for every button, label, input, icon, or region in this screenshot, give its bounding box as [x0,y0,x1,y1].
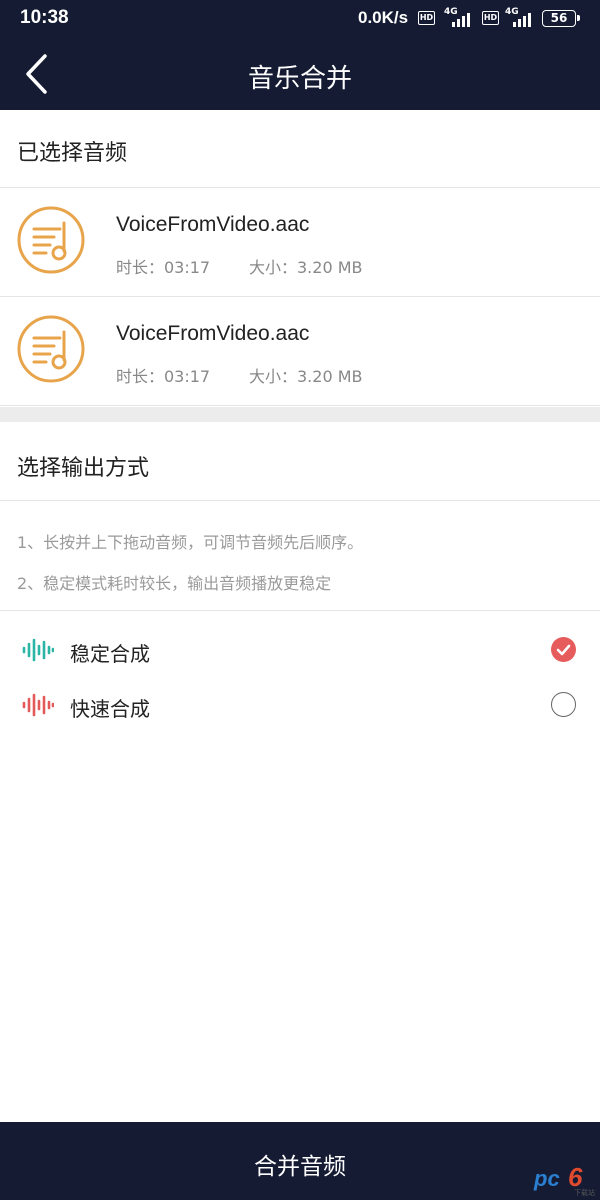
file-duration: 时长：03:17 [116,367,211,386]
file-size: 大小：3.20 MB [249,367,363,386]
divider [0,405,600,406]
audio-file-item[interactable]: VoiceFromVideo.aac 时长：03:17 大小：3.20 MB [0,297,600,405]
audio-file-item[interactable]: VoiceFromVideo.aac 时长：03:17 大小：3.20 MB [0,188,600,296]
hd-icon: HD [418,11,435,25]
selected-audio-header: 已选择音频 [0,110,600,187]
checkmark-icon [556,644,571,656]
option-label: 稳定合成 [70,642,150,666]
section-gap [0,407,600,422]
file-name: VoiceFromVideo.aac [116,322,310,345]
selected-audio-title: 已选择音频 [17,141,128,166]
tip-reorder: 1、长按并上下拖动音频，可调节音频先后顺序。 [17,533,364,552]
radio-checked[interactable] [551,637,576,662]
divider [0,500,600,501]
waveform-icon [22,693,54,717]
waveform-icon [22,638,54,662]
tip-stable-mode: 2、稳定模式耗时较长，输出音频播放更稳定 [17,574,332,593]
signal-icon-1 [450,12,476,27]
music-file-icon [17,315,85,383]
file-size: 大小：3.20 MB [249,258,363,277]
merge-audio-button[interactable]: 合并音频 [0,1122,600,1200]
status-time: 10:38 [20,7,69,28]
merge-audio-label: 合并音频 [254,1154,346,1180]
radio-unchecked[interactable] [551,692,576,717]
signal-icon-2 [511,12,537,27]
music-file-icon [17,206,85,274]
output-mode-title: 选择输出方式 [17,456,150,481]
hd-icon-2: HD [482,11,499,25]
watermark-pc: pc [534,1166,560,1191]
nav-bar: 音乐合并 [0,38,600,110]
option-fast-merge[interactable]: 快速合成 [0,680,600,730]
option-stable-merge[interactable]: 稳定合成 [0,625,600,675]
watermark-logo: pc 6 下载站 [532,1162,598,1197]
network-speed: 0.0K/s [358,8,409,27]
divider [0,610,600,611]
watermark-sub: 下载站 [574,1189,595,1197]
page-title: 音乐合并 [247,64,352,94]
status-bar: 10:38 0.0K/s HD 4G HD 4G 56 [0,0,600,38]
file-name: VoiceFromVideo.aac [116,213,310,236]
file-duration: 时长：03:17 [116,258,211,277]
output-mode-header: 选择输出方式 [0,422,600,500]
option-label: 快速合成 [70,697,150,721]
battery-icon: 56 [542,10,580,27]
